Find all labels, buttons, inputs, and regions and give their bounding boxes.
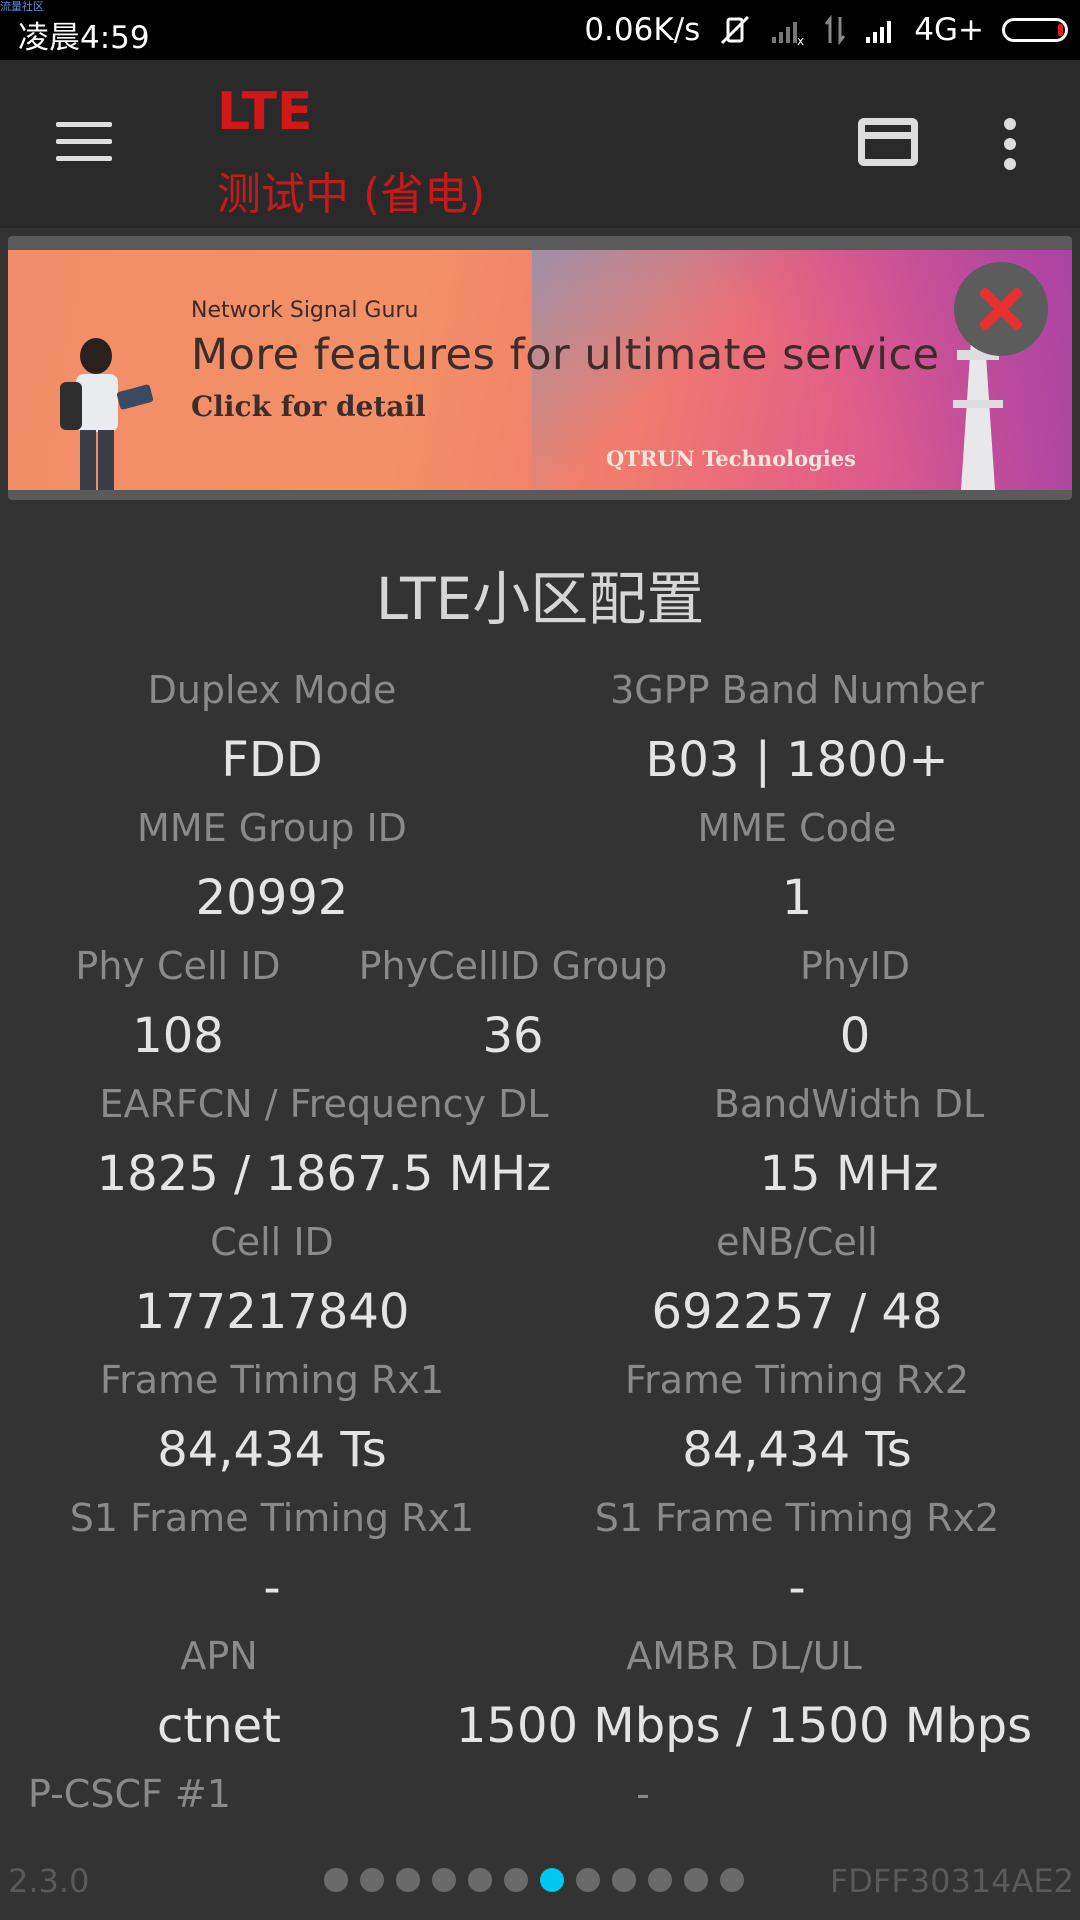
signal-sim1-icon: x xyxy=(770,15,806,45)
field-label: Phy Cell ID xyxy=(75,944,281,988)
page-indicator[interactable] xyxy=(324,1868,744,1892)
page-dot[interactable] xyxy=(648,1868,672,1892)
battery-icon xyxy=(1002,18,1068,42)
page-dot[interactable] xyxy=(576,1868,600,1892)
app-subtitle: 测试中 (省电) xyxy=(217,169,486,220)
field-label: Frame Timing Rx2 xyxy=(624,1358,970,1402)
signal-sim2-icon xyxy=(864,15,896,45)
field-value: 36 xyxy=(482,1008,544,1064)
network-type: 4G+ xyxy=(914,12,984,48)
field-value: 84,434 Ts xyxy=(157,1422,387,1478)
page-dot[interactable] xyxy=(612,1868,636,1892)
field-value: - xyxy=(263,1560,281,1616)
page-dot[interactable] xyxy=(432,1868,456,1892)
field-value: 1500 Mbps / 1500 Mbps xyxy=(455,1698,1033,1754)
field-value: 1 xyxy=(781,870,813,926)
page-dot[interactable] xyxy=(720,1868,744,1892)
field-label: Duplex Mode xyxy=(147,668,397,712)
field-value: 1825 / 1867.5 MHz xyxy=(96,1146,552,1202)
section-title: LTE小区配置 xyxy=(375,565,705,633)
field-label: MME Group ID xyxy=(137,806,407,850)
vibrate-off-icon xyxy=(718,13,752,47)
network-speed: 0.06K/s xyxy=(584,12,701,48)
field-value: 0 xyxy=(839,1008,871,1064)
field-label: Frame Timing Rx1 xyxy=(99,1358,445,1402)
banner-brand: QTRUN Technologies xyxy=(606,446,856,471)
field-value: ctnet xyxy=(157,1698,281,1754)
status-bar: 流量社区 凌晨4:59 0.06K/s x 4G+ xyxy=(0,0,1080,60)
field-label: AMBR DL/UL xyxy=(626,1634,862,1678)
field-label: 3GPP Band Number xyxy=(610,668,984,712)
field-value: B03 | 1800+ xyxy=(645,732,949,788)
banner-small-text: Network Signal Guru xyxy=(191,298,419,323)
field-label: S1 Frame Timing Rx2 xyxy=(594,1496,1000,1540)
page-dot[interactable] xyxy=(396,1868,420,1892)
field-label: eNB/Cell xyxy=(716,1220,878,1264)
device-serial: FDFF30314AE2 xyxy=(829,1862,1074,1900)
page-dot[interactable] xyxy=(360,1868,384,1892)
more-options-icon[interactable] xyxy=(1004,118,1018,178)
field-label: Cell ID xyxy=(210,1220,334,1264)
field-value: - xyxy=(788,1560,806,1616)
field-label: APN xyxy=(180,1634,258,1678)
page-dot[interactable] xyxy=(540,1868,564,1892)
field-label: PhyCellID Group xyxy=(358,944,668,988)
hamburger-menu-icon[interactable] xyxy=(56,122,112,162)
banner-headline: More features for ultimate service xyxy=(191,330,940,380)
field-label: BandWidth DL xyxy=(713,1082,985,1126)
close-banner-icon[interactable] xyxy=(954,262,1048,356)
field-value: 84,434 Ts xyxy=(682,1422,912,1478)
field-label: EARFCN / Frequency DL xyxy=(99,1082,549,1126)
field-label: S1 Frame Timing Rx1 xyxy=(69,1496,475,1540)
app-version: 2.3.0 xyxy=(8,1862,90,1900)
field-value: - xyxy=(636,1772,650,1816)
status-time: 凌晨4:59 xyxy=(18,20,150,56)
app-title: LTE xyxy=(217,82,313,142)
field-value: 177217840 xyxy=(134,1284,410,1340)
page-dot[interactable] xyxy=(504,1868,528,1892)
field-label: PhyID xyxy=(800,944,910,988)
field-value: 20992 xyxy=(195,870,349,926)
status-icons: 0.06K/s x 4G+ xyxy=(584,10,1068,50)
ad-banner[interactable]: Network Signal Guru More features for ul… xyxy=(8,250,1072,490)
field-value: 15 MHz xyxy=(759,1146,939,1202)
banner-cta[interactable]: Click for detail xyxy=(191,390,426,423)
page-dot[interactable] xyxy=(468,1868,492,1892)
svg-text:x: x xyxy=(797,34,804,45)
field-label: MME Code xyxy=(697,806,897,850)
field-value: 108 xyxy=(132,1008,224,1064)
app-bar: LTE 测试中 (省电) xyxy=(0,60,1080,228)
field-label: P-CSCF #1 xyxy=(28,1772,231,1816)
data-transfer-icon xyxy=(824,15,846,45)
page-dot[interactable] xyxy=(324,1868,348,1892)
person-illustration xyxy=(60,338,154,490)
field-value: 692257 / 48 xyxy=(651,1284,943,1340)
page-dot[interactable] xyxy=(684,1868,708,1892)
field-value: FDD xyxy=(221,732,323,788)
card-view-icon[interactable] xyxy=(858,118,918,166)
